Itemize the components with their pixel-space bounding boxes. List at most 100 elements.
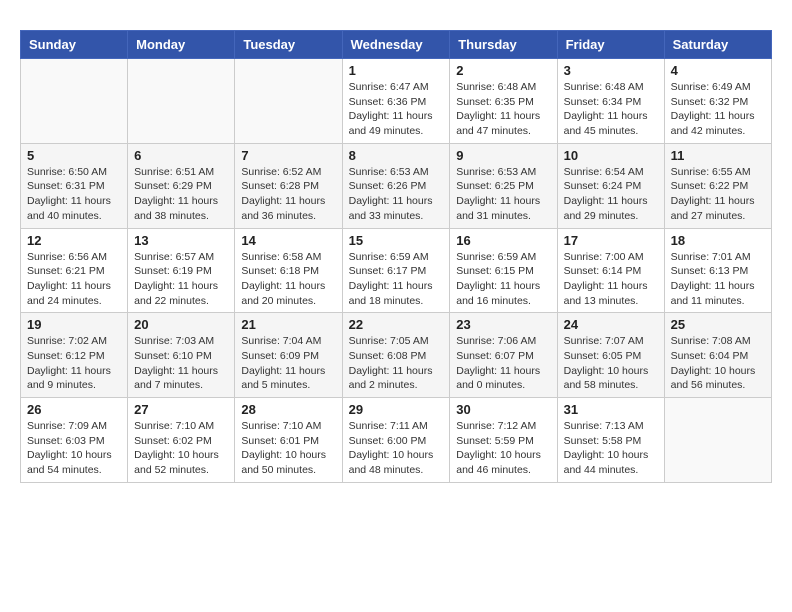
calendar-header-row: SundayMondayTuesdayWednesdayThursdayFrid…	[21, 31, 772, 59]
day-info: Sunrise: 6:59 AM Sunset: 6:17 PM Dayligh…	[349, 250, 444, 309]
calendar-week-5: 26 Sunrise: 7:09 AM Sunset: 6:03 PM Dayli…	[21, 398, 772, 483]
calendar-cell: 12 Sunrise: 6:56 AM Sunset: 6:21 PM Dayli…	[21, 228, 128, 313]
calendar-cell: 3 Sunrise: 6:48 AM Sunset: 6:34 PM Daylig…	[557, 59, 664, 144]
calendar-week-1: 1Sunrise: 6:47 AM Sunset: 6:36 PM Daylig…	[21, 59, 772, 144]
day-info: Sunrise: 7:07 AM Sunset: 6:05 PM Dayligh…	[564, 334, 658, 393]
calendar-cell: 19 Sunrise: 7:02 AM Sunset: 6:12 PM Dayli…	[21, 313, 128, 398]
calendar-week-2: 5 Sunrise: 6:50 AM Sunset: 6:31 PM Daylig…	[21, 143, 772, 228]
calendar-cell	[128, 59, 235, 144]
calendar-cell: 2 Sunrise: 6:48 AM Sunset: 6:35 PM Daylig…	[450, 59, 557, 144]
day-number: 31	[564, 402, 658, 417]
weekday-header-saturday: Saturday	[664, 31, 771, 59]
day-number: 6	[134, 148, 228, 163]
day-number: 14	[241, 233, 335, 248]
day-info: Sunrise: 6:53 AM Sunset: 6:26 PM Dayligh…	[349, 165, 444, 224]
day-info: Sunrise: 7:02 AM Sunset: 6:12 PM Dayligh…	[27, 334, 121, 393]
day-number: 8	[349, 148, 444, 163]
day-number: 12	[27, 233, 121, 248]
calendar-cell: 25 Sunrise: 7:08 AM Sunset: 6:04 PM Dayli…	[664, 313, 771, 398]
day-info: Sunrise: 7:12 AM Sunset: 5:59 PM Dayligh…	[456, 419, 550, 478]
day-number: 20	[134, 317, 228, 332]
day-number: 26	[27, 402, 121, 417]
day-number: 7	[241, 148, 335, 163]
day-number: 16	[456, 233, 550, 248]
weekday-header-thursday: Thursday	[450, 31, 557, 59]
day-number: 29	[349, 402, 444, 417]
calendar-cell: 24 Sunrise: 7:07 AM Sunset: 6:05 PM Dayli…	[557, 313, 664, 398]
day-number: 10	[564, 148, 658, 163]
day-number: 3	[564, 63, 658, 78]
day-number: 22	[349, 317, 444, 332]
day-number: 24	[564, 317, 658, 332]
day-info: Sunrise: 7:00 AM Sunset: 6:14 PM Dayligh…	[564, 250, 658, 309]
day-number: 25	[671, 317, 765, 332]
day-number: 5	[27, 148, 121, 163]
day-number: 11	[671, 148, 765, 163]
calendar-cell: 10Sunrise: 6:54 AM Sunset: 6:24 PM Dayli…	[557, 143, 664, 228]
day-number: 21	[241, 317, 335, 332]
day-info: Sunrise: 6:47 AM Sunset: 6:36 PM Dayligh…	[349, 80, 444, 139]
day-info: Sunrise: 6:48 AM Sunset: 6:34 PM Dayligh…	[564, 80, 658, 139]
day-info: Sunrise: 6:50 AM Sunset: 6:31 PM Dayligh…	[27, 165, 121, 224]
calendar-cell	[664, 398, 771, 483]
calendar-cell: 27 Sunrise: 7:10 AM Sunset: 6:02 PM Dayli…	[128, 398, 235, 483]
day-info: Sunrise: 7:08 AM Sunset: 6:04 PM Dayligh…	[671, 334, 765, 393]
calendar-cell	[21, 59, 128, 144]
day-info: Sunrise: 6:49 AM Sunset: 6:32 PM Dayligh…	[671, 80, 765, 139]
day-info: Sunrise: 6:52 AM Sunset: 6:28 PM Dayligh…	[241, 165, 335, 224]
day-info: Sunrise: 6:48 AM Sunset: 6:35 PM Dayligh…	[456, 80, 550, 139]
day-info: Sunrise: 7:11 AM Sunset: 6:00 PM Dayligh…	[349, 419, 444, 478]
day-number: 17	[564, 233, 658, 248]
day-info: Sunrise: 7:06 AM Sunset: 6:07 PM Dayligh…	[456, 334, 550, 393]
calendar-cell: 13 Sunrise: 6:57 AM Sunset: 6:19 PM Dayli…	[128, 228, 235, 313]
calendar-week-4: 19 Sunrise: 7:02 AM Sunset: 6:12 PM Dayli…	[21, 313, 772, 398]
day-info: Sunrise: 7:13 AM Sunset: 5:58 PM Dayligh…	[564, 419, 658, 478]
calendar-cell: 31 Sunrise: 7:13 AM Sunset: 5:58 PM Dayli…	[557, 398, 664, 483]
calendar-cell: 30 Sunrise: 7:12 AM Sunset: 5:59 PM Dayli…	[450, 398, 557, 483]
day-info: Sunrise: 7:09 AM Sunset: 6:03 PM Dayligh…	[27, 419, 121, 478]
day-info: Sunrise: 7:10 AM Sunset: 6:01 PM Dayligh…	[241, 419, 335, 478]
weekday-header-wednesday: Wednesday	[342, 31, 450, 59]
calendar-week-3: 12 Sunrise: 6:56 AM Sunset: 6:21 PM Dayli…	[21, 228, 772, 313]
calendar-cell: 15 Sunrise: 6:59 AM Sunset: 6:17 PM Dayli…	[342, 228, 450, 313]
day-number: 9	[456, 148, 550, 163]
calendar-cell: 4Sunrise: 6:49 AM Sunset: 6:32 PM Daylig…	[664, 59, 771, 144]
day-info: Sunrise: 6:53 AM Sunset: 6:25 PM Dayligh…	[456, 165, 550, 224]
calendar-cell: 22 Sunrise: 7:05 AM Sunset: 6:08 PM Dayli…	[342, 313, 450, 398]
calendar-cell: 17 Sunrise: 7:00 AM Sunset: 6:14 PM Dayli…	[557, 228, 664, 313]
day-number: 27	[134, 402, 228, 417]
day-number: 13	[134, 233, 228, 248]
calendar-cell: 1Sunrise: 6:47 AM Sunset: 6:36 PM Daylig…	[342, 59, 450, 144]
calendar-cell: 7 Sunrise: 6:52 AM Sunset: 6:28 PM Daylig…	[235, 143, 342, 228]
day-number: 18	[671, 233, 765, 248]
weekday-header-friday: Friday	[557, 31, 664, 59]
calendar-cell: 6Sunrise: 6:51 AM Sunset: 6:29 PM Daylig…	[128, 143, 235, 228]
calendar-cell: 29 Sunrise: 7:11 AM Sunset: 6:00 PM Dayli…	[342, 398, 450, 483]
weekday-header-monday: Monday	[128, 31, 235, 59]
calendar-cell: 21Sunrise: 7:04 AM Sunset: 6:09 PM Dayli…	[235, 313, 342, 398]
day-info: Sunrise: 7:10 AM Sunset: 6:02 PM Dayligh…	[134, 419, 228, 478]
day-info: Sunrise: 7:01 AM Sunset: 6:13 PM Dayligh…	[671, 250, 765, 309]
day-number: 30	[456, 402, 550, 417]
day-info: Sunrise: 6:56 AM Sunset: 6:21 PM Dayligh…	[27, 250, 121, 309]
calendar-cell: 16 Sunrise: 6:59 AM Sunset: 6:15 PM Dayli…	[450, 228, 557, 313]
calendar-cell: 20Sunrise: 7:03 AM Sunset: 6:10 PM Dayli…	[128, 313, 235, 398]
day-number: 23	[456, 317, 550, 332]
day-number: 2	[456, 63, 550, 78]
calendar-cell: 5 Sunrise: 6:50 AM Sunset: 6:31 PM Daylig…	[21, 143, 128, 228]
calendar-cell: 8 Sunrise: 6:53 AM Sunset: 6:26 PM Daylig…	[342, 143, 450, 228]
weekday-header-tuesday: Tuesday	[235, 31, 342, 59]
calendar-cell	[235, 59, 342, 144]
calendar-cell: 9 Sunrise: 6:53 AM Sunset: 6:25 PM Daylig…	[450, 143, 557, 228]
day-info: Sunrise: 6:59 AM Sunset: 6:15 PM Dayligh…	[456, 250, 550, 309]
calendar-table: SundayMondayTuesdayWednesdayThursdayFrid…	[20, 30, 772, 483]
day-number: 15	[349, 233, 444, 248]
day-info: Sunrise: 7:05 AM Sunset: 6:08 PM Dayligh…	[349, 334, 444, 393]
calendar-cell: 14Sunrise: 6:58 AM Sunset: 6:18 PM Dayli…	[235, 228, 342, 313]
calendar-cell: 11Sunrise: 6:55 AM Sunset: 6:22 PM Dayli…	[664, 143, 771, 228]
calendar-cell: 26 Sunrise: 7:09 AM Sunset: 6:03 PM Dayli…	[21, 398, 128, 483]
calendar-cell: 18 Sunrise: 7:01 AM Sunset: 6:13 PM Dayli…	[664, 228, 771, 313]
day-number: 19	[27, 317, 121, 332]
day-info: Sunrise: 6:57 AM Sunset: 6:19 PM Dayligh…	[134, 250, 228, 309]
day-number: 28	[241, 402, 335, 417]
